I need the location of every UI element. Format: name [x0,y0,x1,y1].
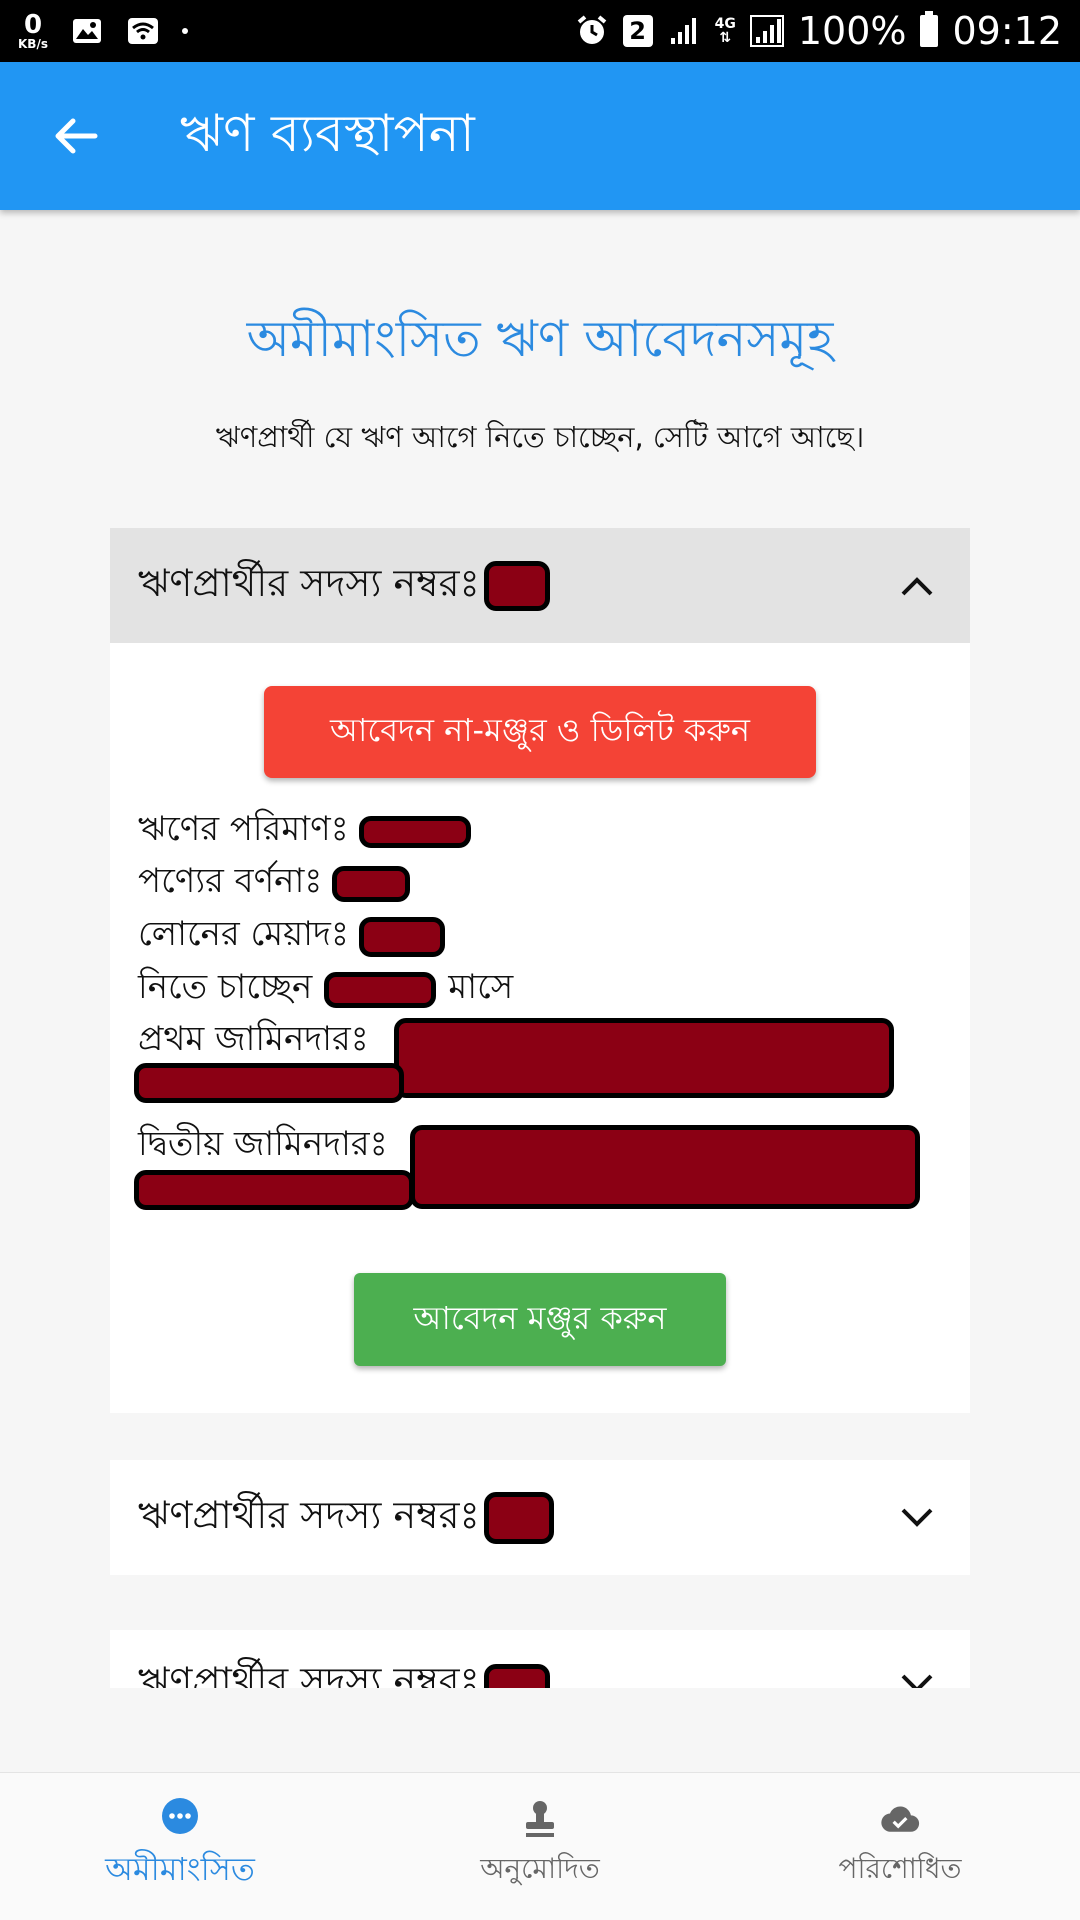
status-left: 0 KB/s [18,12,188,50]
take-month-redacted [324,971,437,1008]
loan-duration-label: লোনের মেয়াদঃ [138,914,350,954]
stamp-icon [520,1799,560,1839]
arrow-left-icon [55,118,98,154]
nav-approved-label: অনুমোদিত [480,1852,600,1885]
application-card-collapsed: ঋণপ্রার্থীর সদস্য নম্বরঃ [110,1460,970,1575]
product-line: পণ্যের বর্ণনাঃ [138,855,411,912]
back-button[interactable] [20,81,130,191]
approve-button[interactable]: আবেদন মঞ্জুর করুন [354,1273,726,1366]
guarantor1-redacted-b [134,1063,404,1103]
member-number-label: ঋণপ্রার্থীর সদস্য নম্বরঃ [138,560,480,605]
member-number-redacted [483,1491,554,1544]
network-type: 4G ⇅ [714,16,736,46]
wifi-icon [126,16,160,46]
member-number-label: ঋণপ্রার্থীর সদস্য নম্বরঃ [138,1658,480,1689]
card-header[interactable]: ঋণপ্রার্থীর সদস্য নম্বরঃ [110,528,970,643]
app-title: ঋণ ব্যবস্থাপনা [180,103,475,164]
loan-amount-redacted [358,815,471,848]
status-right: 2 4G ⇅ 100% 09:12 [575,9,1062,53]
main-content[interactable]: অমীমাংসিত ঋণ আবেদনসমূহ ঋণপ্রার্থী যে ঋণ … [0,210,1080,1688]
member-number-row: ঋণপ্রার্থীর সদস্য নম্বরঃ [138,554,550,618]
guarantor2-label: দ্বিতীয় জামিনদারঃ [138,1124,388,1164]
notification-dot-icon [181,28,188,34]
network-speed-unit: KB/s [18,37,48,51]
loan-duration-redacted [359,916,446,957]
nav-pending-label: অমীমাংসিত [105,1849,255,1888]
battery-icon [920,11,939,47]
member-number-redacted [483,1663,550,1688]
guarantor1-redacted-a [394,1018,894,1098]
loan-amount-label: ঋণের পরিমাণঃ [138,809,349,849]
signal-strength-icon [749,15,784,47]
chevron-down-icon[interactable] [892,1493,942,1543]
alarm-icon [575,15,609,46]
member-number-row: ঋণপ্রার্থীর সদস্য নম্বরঃ [138,1486,554,1550]
more-circle-icon [160,1796,200,1836]
network-type-label: 4G [714,16,736,32]
application-card-expanded: ঋণপ্রার্থীর সদস্য নম্বরঃ আবেদন না-মঞ্জুর… [110,528,970,1413]
cloud-done-icon [880,1799,920,1839]
gallery-icon [70,16,104,46]
nav-repaid[interactable]: পরিশোধিত [720,1773,1080,1920]
clock: 09:12 [952,9,1062,53]
guarantor2-redacted-b [134,1170,414,1210]
guarantor1-label: প্রথম জামিনদারঃ [138,1019,369,1059]
take-suffix: মাসে [448,967,514,1007]
loan-amount-line: ঋণের পরিমাণঃ [138,803,471,860]
member-number-redacted [483,560,550,611]
page-title: অমীমাংসিত ঋণ আবেদনসমূহ [246,310,834,368]
take-month-line: নিতে চাচ্ছেন মাসে [138,961,513,1018]
network-speed: 0 KB/s [18,12,48,50]
guarantor1-line: প্রথম জামিনদারঃ [138,1013,369,1070]
nav-repaid-label: পরিশোধিত [838,1852,962,1885]
product-label: পণ্যের বর্ণনাঃ [138,861,323,901]
member-number-row: ঋণপ্রার্থীর সদস্য নম্বরঃ [138,1652,550,1689]
take-label: নিতে চাচ্ছেন [138,967,313,1007]
card-header[interactable]: ঋণপ্রার্থীর সদস্য নম্বরঃ [110,1630,970,1688]
application-card-collapsed-partial: ঋণপ্রার্থীর সদস্য নম্বরঃ [110,1630,970,1688]
nav-approved[interactable]: অনুমোদিত [360,1773,720,1920]
guarantor2-redacted-a [410,1125,920,1209]
signal-icon [667,16,701,46]
member-number-label: ঋণপ্রার্থীর সদস্য নম্বরঃ [138,1492,480,1537]
guarantor2-line: দ্বিতীয় জামিনদারঃ [138,1118,388,1175]
nav-pending[interactable]: অমীমাংসিত [0,1773,360,1920]
status-bar: 0 KB/s 2 4G ⇅ 100% 09:12 [0,0,1080,62]
reject-delete-button[interactable]: আবেদন না-মঞ্জুর ও ডিলিট করুন [264,686,816,778]
chevron-down-icon[interactable] [892,1659,942,1688]
bottom-navigation: অমীমাংসিত অনুমোদিত পরিশোধিত [0,1772,1080,1920]
card-body: আবেদন না-মঞ্জুর ও ডিলিট করুন ঋণের পরিমাণ… [110,643,970,1413]
chevron-up-icon[interactable] [892,561,942,611]
battery-percent: 100% [797,9,907,53]
loan-duration-line: লোনের মেয়াদঃ [138,908,446,965]
app-bar: ঋণ ব্যবস্থাপনা [0,62,1080,210]
page-subtitle: ঋণপ্রার্থী যে ঋণ আগে নিতে চাচ্ছেন, সেটি … [215,420,865,454]
card-header[interactable]: ঋণপ্রার্থীর সদস্য নম্বরঃ [110,1460,970,1575]
product-redacted [332,865,411,902]
network-speed-value: 0 [23,10,43,40]
sim-slot-badge: 2 [622,15,653,47]
